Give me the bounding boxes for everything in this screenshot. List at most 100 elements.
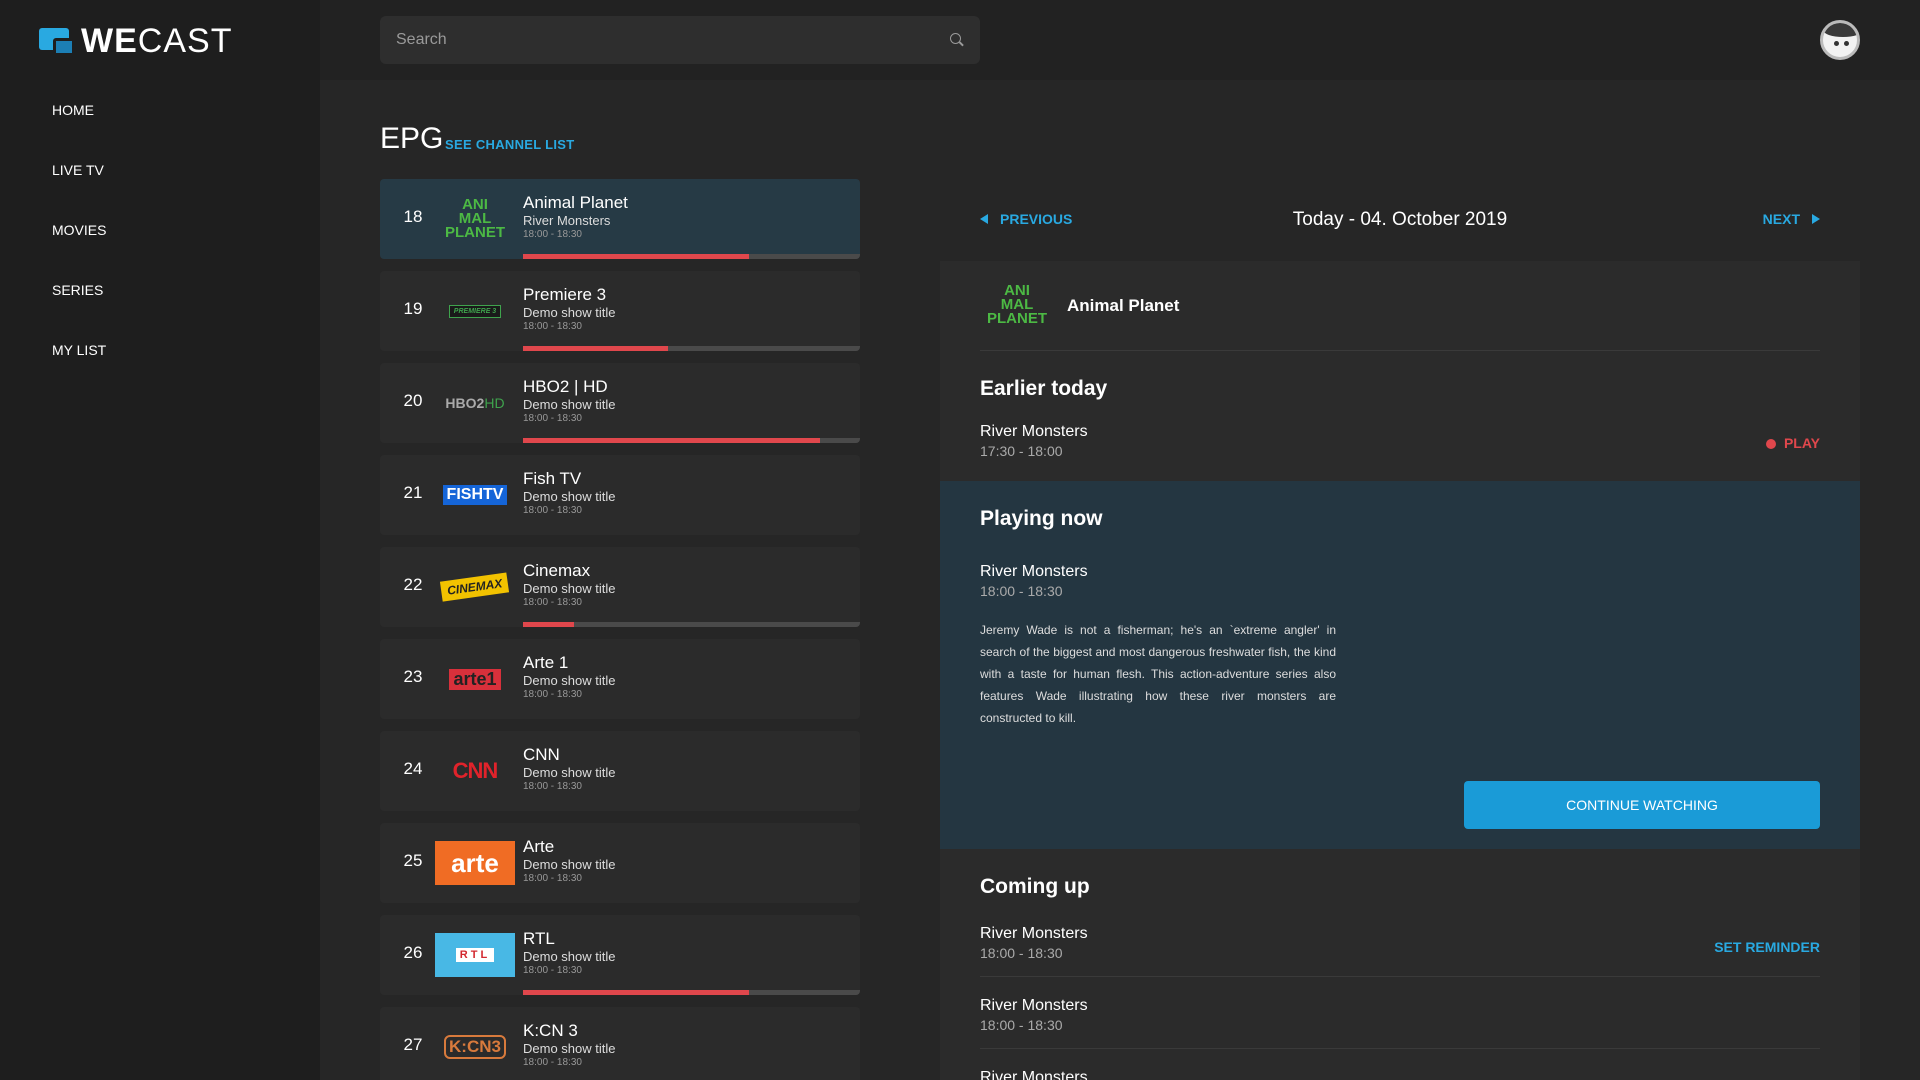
- program-title: River Monsters: [980, 997, 1088, 1014]
- date-navigation: PREVIOUS Today - 04. October 2019 NEXT: [940, 179, 1860, 261]
- next-day-button[interactable]: NEXT: [1763, 211, 1820, 227]
- progress-bar: [523, 438, 860, 443]
- earlier-today-section: Earlier today River Monsters 17:30 - 18:…: [940, 351, 1860, 481]
- selected-channel-name: Animal Planet: [1067, 296, 1180, 315]
- program-time: 18:00 - 18:30: [980, 1017, 1063, 1033]
- program-detail-panel: PREVIOUS Today - 04. October 2019 NEXT A…: [940, 179, 1860, 1080]
- channel-show-title: Demo show title: [523, 1041, 616, 1056]
- cnn-logo: CNN: [452, 758, 499, 783]
- channel-logo: FISHTV: [435, 473, 515, 517]
- progress-fill: [523, 254, 749, 259]
- section-title: Coming up: [980, 875, 1090, 898]
- channel-show-time: 18:00 - 18:30: [523, 229, 582, 240]
- channel-logo: ANI MAL PLANET: [980, 283, 1054, 327]
- channel-show-title: River Monsters: [523, 213, 611, 228]
- logo-mark-icon: [39, 26, 77, 58]
- program-item[interactable]: River Monsters 18:00 - 18:30 SET REMINDE…: [980, 905, 1820, 977]
- search-input[interactable]: [396, 31, 950, 49]
- progress-fill: [523, 438, 820, 443]
- arte-1-logo: arte1: [449, 668, 501, 690]
- nav-item-live-tv[interactable]: LIVE TV: [52, 160, 106, 220]
- channel-row[interactable]: 18 ANI MAL PLANET Animal Planet River Mons…: [380, 179, 860, 259]
- coming-up-section: Coming up River Monsters 18:00 - 18:30 S…: [940, 849, 1860, 1080]
- channel-show-title: Demo show title: [523, 489, 616, 504]
- progress-bar: [523, 346, 860, 351]
- channel-show-time: 18:00 - 18:30: [523, 505, 582, 516]
- page-title: EPG: [380, 122, 444, 155]
- program-description: Jeremy Wade is not a fisherman; he's an …: [980, 623, 1336, 725]
- channel-row[interactable]: 23 arte1 Arte 1 Demo show title 18:00 - …: [380, 639, 860, 719]
- search-icon[interactable]: [950, 33, 964, 47]
- program-item: River Monsters 17:30 - 18:00: [980, 423, 1820, 459]
- current-date: Today - 04. October 2019: [1292, 209, 1508, 230]
- program-item[interactable]: River Monsters 18:00 - 18:30: [980, 977, 1820, 1049]
- section-title: Earlier today: [980, 377, 1108, 400]
- animal-planet-logo: ANI MAL PLANET: [445, 196, 505, 241]
- channel-show-title: Demo show title: [523, 397, 616, 412]
- channel-show-title: Demo show title: [523, 581, 616, 596]
- wecast-logo[interactable]: WECAST: [39, 22, 232, 61]
- premiere-3-logo: PREMIERE 3: [448, 304, 502, 318]
- channel-logo: arte1: [435, 657, 515, 701]
- channel-row[interactable]: 26 RTL RTL Demo show title 18:00 - 18:30: [380, 915, 860, 995]
- playing-now-section: Playing now River Monsters 18:00 - 18:30…: [940, 481, 1860, 849]
- channel-name: Animal Planet: [523, 193, 628, 212]
- program-item[interactable]: River Monsters: [980, 1049, 1820, 1080]
- progress-bar: [523, 622, 860, 627]
- avatar-eye-icon: [1844, 41, 1849, 46]
- channel-row[interactable]: 27 K:CN3 K:CN 3 Demo show title 18:00 - …: [380, 1007, 860, 1080]
- animal-planet-logo: ANI MAL PLANET: [987, 282, 1047, 327]
- channel-show-time: 18:00 - 18:30: [523, 781, 582, 792]
- progress-bar: [523, 990, 860, 995]
- user-avatar[interactable]: [1820, 20, 1860, 60]
- channel-logo: RTL: [435, 933, 515, 977]
- channel-show-title: Demo show title: [523, 949, 616, 964]
- set-reminder-button[interactable]: SET REMINDER: [1714, 939, 1820, 955]
- nav-item-series[interactable]: SERIES: [52, 280, 106, 340]
- arte-logo: arte: [435, 841, 515, 885]
- channel-logo: PREMIERE 3: [435, 289, 515, 333]
- channel-row[interactable]: 21 FISHTV Fish TV Demo show title 18:00 …: [380, 455, 860, 535]
- channel-name: CNN: [523, 745, 560, 764]
- nav-item-home[interactable]: HOME: [52, 100, 106, 160]
- cinemax-logo: CINEMAX: [440, 572, 510, 602]
- channel-name: RTL: [523, 929, 555, 948]
- program-time: 17:30 - 18:00: [980, 443, 1063, 459]
- nav-item-my-list[interactable]: MY LIST: [52, 340, 106, 400]
- nav-item-movies[interactable]: MOVIES: [52, 220, 106, 280]
- program-title: River Monsters: [980, 1069, 1088, 1080]
- channel-name: Arte 1: [523, 653, 569, 672]
- program-time: 18:00 - 18:30: [980, 583, 1063, 599]
- program-title: River Monsters: [980, 925, 1088, 942]
- top-bar: [320, 0, 1920, 80]
- channel-show-time: 18:00 - 18:30: [523, 597, 582, 608]
- progress-fill: [523, 622, 574, 627]
- channel-logo: CINEMAX: [435, 565, 515, 609]
- program-title: River Monsters: [980, 563, 1088, 580]
- channel-name: K:CN 3: [523, 1021, 578, 1040]
- channel-logo: ANI MAL PLANET: [435, 197, 515, 241]
- hbo2-hd-logo: HBO2HD: [445, 395, 505, 411]
- channel-row[interactable]: 24 CNN CNN Demo show title 18:00 - 18:30: [380, 731, 860, 811]
- channel-row[interactable]: 25 arte Arte Demo show title 18:00 - 18:…: [380, 823, 860, 903]
- program-title: River Monsters: [980, 423, 1088, 440]
- selected-channel-header: ANI MAL PLANET Animal Planet: [980, 261, 1820, 351]
- channel-logo: K:CN3: [435, 1025, 515, 1069]
- sidebar: WECAST HOME LIVE TV MOVIES SERIES MY LIS…: [0, 0, 320, 1080]
- continue-watching-button[interactable]: CONTINUE WATCHING: [1464, 781, 1820, 829]
- see-channel-list-link[interactable]: SEE CHANNEL LIST: [445, 137, 575, 152]
- rtl-logo: RTL: [435, 933, 515, 977]
- channel-name: Arte: [523, 837, 555, 856]
- channel-show-time: 18:00 - 18:30: [523, 873, 582, 884]
- channel-logo: CNN: [435, 749, 515, 793]
- kcn-3-logo: K:CN3: [444, 1035, 506, 1059]
- channel-show-time: 18:00 - 18:30: [523, 1057, 582, 1068]
- channel-row[interactable]: 22 CINEMAX Cinemax Demo show title 18:00…: [380, 547, 860, 627]
- channel-show-title: Demo show title: [523, 765, 616, 780]
- channel-row[interactable]: 20 HBO2HD HBO2 | HD Demo show title 18:0…: [380, 363, 860, 443]
- logo-text-light: CAST: [137, 22, 233, 60]
- channel-show-title: Demo show title: [523, 305, 616, 320]
- avatar-eye-icon: [1834, 41, 1839, 46]
- play-button[interactable]: PLAY: [1766, 435, 1820, 451]
- channel-row[interactable]: 19 PREMIERE 3 Premiere 3 Demo show title…: [380, 271, 860, 351]
